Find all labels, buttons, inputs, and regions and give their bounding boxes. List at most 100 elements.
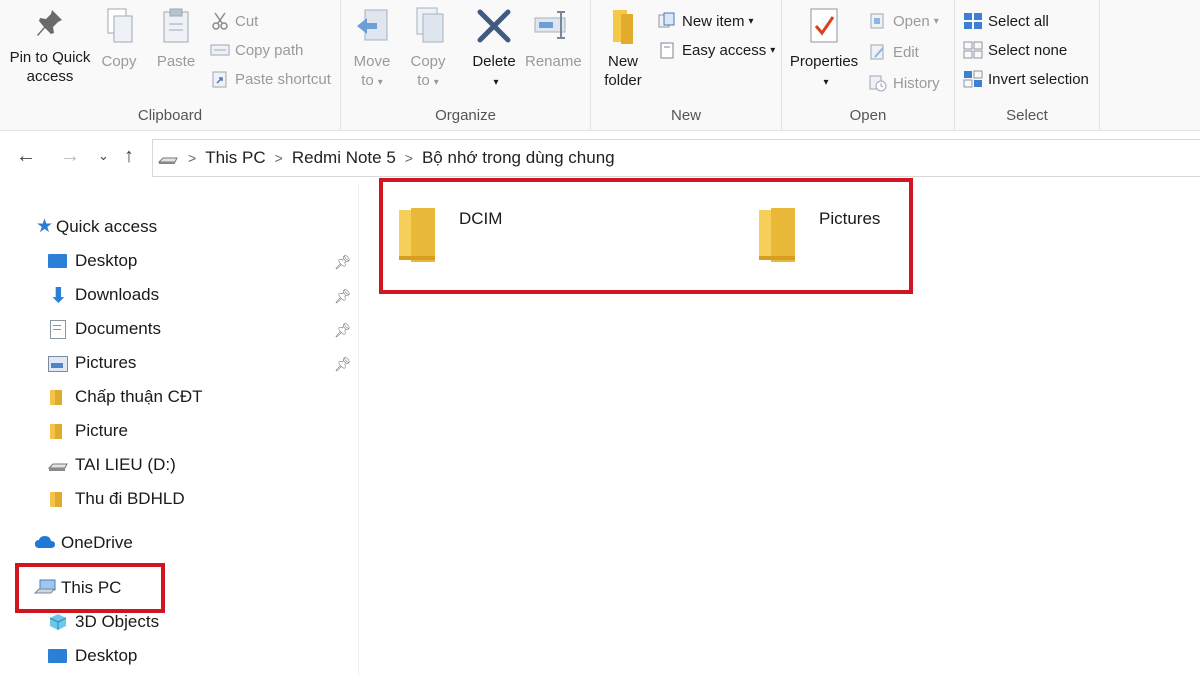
sidebar-item-documents[interactable]: Documents [48,319,161,339]
new-item-label: New item [682,12,745,30]
delete-dropdown-icon[interactable]: ▾ [493,77,498,88]
paste-shortcut-button[interactable]: Paste shortcut [210,70,331,88]
paste-icon [163,8,189,43]
sidebar-item-label: Thu đi BDHLD [75,489,185,508]
navigation-bar: ← → ⌄ ↑ > This PC > Redmi Note 5 > Bộ nh… [0,131,1200,183]
sidebar-item-label: Desktop [75,646,138,665]
cut-button[interactable]: Cut [210,12,258,30]
copy-button[interactable]: Copy [96,6,142,71]
properties-label: Properties [789,53,859,70]
select-none-label: Select none [988,41,1068,59]
breadcrumb-separator-icon: > [404,150,413,166]
rename-button[interactable]: Rename [525,6,582,71]
history-button[interactable]: History [868,74,940,92]
new-folder-label-line1: New [607,53,638,70]
new-folder-button[interactable]: New folder [599,6,647,90]
copy-path-button[interactable]: Copy path [210,41,303,59]
open-label: Open [893,12,930,30]
sidebar-item-chap-thuan-cdt[interactable]: Chấp thuận CĐT [48,387,203,407]
breadcrumb-redmi-note-5[interactable]: Redmi Note 5 [292,148,396,168]
sidebar-item-downloads[interactable]: ⬇ Downloads [48,285,159,307]
delete-x-icon [477,9,511,43]
highlight-box-folders [379,178,913,294]
edit-label: Edit [893,43,919,61]
pin-label-line2: access [26,68,74,85]
scissors-icon [210,12,230,30]
sidebar-item-label: 3D Objects [75,612,160,631]
copy-to-icon [416,7,444,43]
up-arrow-icon[interactable]: ↑ [124,145,134,168]
pin-icon[interactable]: 📌︎ [334,322,352,339]
open-button[interactable]: Open ▾ [868,12,939,30]
history-icon [868,74,888,92]
paste-shortcut-label: Paste shortcut [235,70,331,88]
sidebar-item-desktop[interactable]: Desktop [48,251,137,271]
sidebar-item-onedrive[interactable]: OneDrive [34,533,133,553]
sidebar-item-picture[interactable]: Picture [48,421,128,441]
drive-icon [157,151,179,165]
clipboard-group: Pin to Quick access Copy Paste Cut Copy … [0,0,341,130]
downloads-icon: ⬇ [50,285,67,307]
new-group-label: New [670,107,701,124]
sidebar-item-pictures[interactable]: Pictures [48,353,136,373]
desktop-icon [48,647,68,665]
forward-arrow-icon[interactable]: → [60,145,80,168]
move-to-label-line2: to [361,72,374,89]
sidebar-item-tai-lieu-drive[interactable]: TAI LIEU (D:) [47,455,176,475]
open-icon [868,12,888,30]
rename-icon [534,11,566,39]
new-group: New folder New item ▾ Easy access ▾ New [591,0,782,130]
sidebar-item-label: Documents [75,319,161,338]
breadcrumb-this-pc[interactable]: This PC [205,148,265,168]
recent-locations-chevron-icon[interactable]: ⌄ [98,148,109,164]
select-group: Select all Select none Invert selection … [955,0,1100,130]
invert-selection-label: Invert selection [988,70,1089,88]
highlight-box-this-pc [15,563,165,613]
sidebar-item-quick-access[interactable]: ★ Quick access [36,216,157,237]
pin-icon[interactable]: 📌︎ [334,254,352,271]
properties-dropdown-icon[interactable]: ▾ [823,77,828,88]
sidebar-item-label: TAI LIEU (D:) [75,455,176,474]
sidebar-item-3d-objects[interactable]: 3D Objects [48,612,159,632]
organize-group-label: Organize [435,107,496,124]
sidebar-item-label: Pictures [75,353,137,372]
sidebar-item-desktop-pc[interactable]: Desktop [48,646,137,666]
properties-icon [810,8,838,43]
sidebar-item-label: Desktop [75,251,138,270]
pin-icon[interactable]: 📌︎ [334,288,352,305]
delete-button[interactable]: Delete ▾ [467,6,521,92]
pin-icon[interactable]: 📌︎ [334,356,352,373]
properties-button[interactable]: Properties ▾ [788,6,860,92]
copy-to-button[interactable]: Copy to ▾ [403,6,453,92]
pin-to-quick-access-button[interactable]: Pin to Quick access [6,6,94,86]
select-all-button[interactable]: Select all [963,12,1049,30]
open-group-label: Open [849,107,887,124]
breadcrumb-shared-storage[interactable]: Bộ nhớ trong dùng chung [422,148,615,168]
open-group: Properties ▾ Open ▾ Edit History Open [782,0,955,130]
new-item-button[interactable]: New item ▾ [657,12,754,30]
rename-label: Rename [525,53,582,70]
address-bar[interactable]: > This PC > Redmi Note 5 > Bộ nhớ trong … [152,139,1200,177]
sidebar-item-label: Picture [75,421,128,440]
sidebar-item-thu-di-bdhld[interactable]: Thu đi BDHLD [48,489,185,509]
drive-icon [47,456,68,474]
sidebar-item-label: OneDrive [61,533,133,552]
edit-button[interactable]: Edit [868,43,919,61]
invert-selection-icon [963,70,983,88]
desktop-icon [48,252,68,270]
back-arrow-icon[interactable]: ← [16,145,36,168]
copy-to-label-line1: Copy [410,53,446,70]
invert-selection-button[interactable]: Invert selection [963,70,1089,88]
new-item-icon [657,12,677,30]
pin-icon [37,10,62,36]
folder-icon [48,388,68,406]
move-to-button[interactable]: Move to ▾ [347,6,397,92]
paste-button[interactable]: Paste [152,6,200,71]
select-all-label: Select all [988,12,1049,30]
breadcrumb-separator-icon: > [274,150,283,166]
easy-access-button[interactable]: Easy access ▾ [657,41,775,59]
copy-path-icon [210,41,230,59]
sidebar-item-label: Chấp thuận CĐT [75,387,203,406]
select-none-button[interactable]: Select none [963,41,1067,59]
edit-icon [868,43,888,61]
